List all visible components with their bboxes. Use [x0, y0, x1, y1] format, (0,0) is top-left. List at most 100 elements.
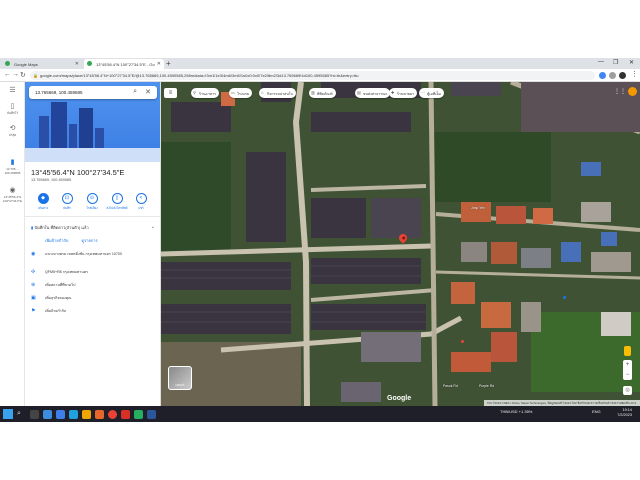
account-avatar[interactable]: [628, 87, 637, 96]
browser-tab-active[interactable]: 13°45'56.4"N 100°27'34.5"E - Go ✕: [84, 59, 164, 69]
search-icon[interactable]: ⌕: [133, 88, 137, 96]
share-icon: <: [135, 193, 147, 204]
map-menu-button[interactable]: ≡: [164, 88, 177, 98]
save-icon: ⊡: [61, 193, 73, 204]
tray-widget[interactable]: THB/USD +1.35%: [500, 409, 532, 414]
my-location-icon[interactable]: ◎: [623, 386, 632, 395]
action-label: ใกล้เคียง: [86, 206, 98, 210]
word-app-icon[interactable]: [56, 410, 65, 419]
directions-button[interactable]: ◆ เส้นทาง: [31, 193, 55, 211]
chip-hotels[interactable]: ▭ โรงแรม: [229, 88, 253, 98]
action-label: บันทึก: [63, 206, 71, 210]
forward-icon[interactable]: →: [12, 71, 19, 78]
minimize-button[interactable]: —: [598, 59, 604, 65]
nearby-button[interactable]: ⊙ ใกล้เคียง: [80, 193, 104, 211]
rail-label: 13.765..., 100.459585: [4, 167, 21, 175]
zoom-out-icon[interactable]: −: [623, 370, 632, 380]
saved-list-row[interactable]: ▮ บันทึกใน ที่ติดดาว(ส่วนตัว) แล้ว ⌄: [31, 224, 155, 231]
app-icon[interactable]: [147, 410, 156, 419]
taskbar-search-icon[interactable]: ⌕: [17, 410, 21, 418]
chip-atm[interactable]: ⋯ ตู้เอทีเอ็ม: [419, 88, 444, 98]
label-icon: ⚑: [31, 308, 36, 314]
pegman-icon[interactable]: [624, 346, 631, 356]
app-icon[interactable]: [121, 410, 130, 419]
tab-label: Google Maps: [14, 62, 38, 67]
add-label-row[interactable]: ⚑ เพิ่มป้ายกำกับ: [31, 309, 155, 314]
info-text: แขวงบางพรม เขตตลิ่งชัน กรุงเทพมหานคร 107…: [45, 252, 122, 256]
clock-date: 7/2/2023: [617, 413, 632, 417]
zoom-control[interactable]: + −: [623, 360, 632, 380]
chip-pharmacies[interactable]: ✚ ร้านขายยา: [389, 88, 418, 98]
reload-icon[interactable]: ↻: [20, 71, 26, 79]
extensions-puzzle-icon[interactable]: [609, 72, 616, 79]
chip-label: ขนส่งสาธารณะ: [363, 92, 388, 96]
rail-menu[interactable]: ☰: [0, 86, 25, 95]
satellite-map[interactable]: ≡ ⚲ ร้านอาหาร ▭ โรงแรม ⌂ กิจกรรมน่าสนใจ ▥ พิ…: [161, 82, 640, 406]
restaurant-icon: ⚲: [193, 90, 196, 95]
chip-museums[interactable]: ▥ พิพิธภัณฑ์: [309, 88, 336, 98]
tab-label: 13°45'56.4"N 100°27'34.5"E - Go: [96, 62, 155, 67]
chevron-down-icon[interactable]: ⌄: [151, 224, 155, 230]
mail-app-icon[interactable]: [43, 410, 52, 419]
chrome-browser-icon[interactable]: [108, 410, 117, 419]
address-bar[interactable]: 🔒 google.com/maps/place/13°45'56.4"N+100…: [30, 71, 595, 80]
rail-label: ล่าสุด: [8, 133, 17, 137]
rail-recent-place[interactable]: ▮ 13.765..., 100.459585: [0, 158, 25, 175]
saved-links: เพิ่มป้ายกำกับ ดูรายการ: [45, 237, 110, 244]
google-logo: Google: [387, 395, 412, 402]
rail-saved[interactable]: ▯ บันทึกไว้: [0, 102, 25, 116]
satellite-imagery: [161, 82, 640, 406]
rail-label: 13°45'56.4"N 100°27'34.5"E: [2, 195, 23, 203]
system-clock[interactable]: 19:14 7/2/2023: [617, 408, 632, 418]
maximize-button[interactable]: ❐: [613, 59, 618, 66]
chip-things-to-do[interactable]: ⌂ กิจกรรมน่าสนใจ: [259, 88, 296, 98]
close-window-button[interactable]: ✕: [629, 59, 634, 66]
new-tab-button[interactable]: +: [166, 59, 171, 68]
address-row[interactable]: ◉ แขวงบางพรม เขตตลิ่งชัน กรุงเทพมหานคร 1…: [31, 252, 155, 257]
rail-recent[interactable]: ⟲ ล่าสุด: [0, 124, 25, 138]
museum-icon: ▥: [311, 90, 315, 95]
firefox-icon[interactable]: [95, 410, 104, 419]
app-icon[interactable]: [134, 410, 143, 419]
extension-icon[interactable]: [599, 72, 606, 79]
file-explorer-icon[interactable]: [82, 410, 91, 419]
add-missing-place-row[interactable]: ⊕ เพิ่มสถานที่ที่ขาดไป: [31, 283, 155, 288]
chip-label: ร้านขายยา: [397, 92, 415, 96]
rail-recent-place[interactable]: ◉ 13°45'56.4"N 100°27'34.5"E: [0, 186, 25, 203]
zoom-in-icon[interactable]: +: [623, 360, 632, 370]
send-to-phone-button[interactable]: ▯ ส่งไปยังโทรศัพท์: [105, 193, 129, 211]
close-tab-icon[interactable]: ✕: [157, 61, 161, 67]
share-button[interactable]: < แชร์: [129, 193, 153, 211]
view-list-link[interactable]: ดูรายการ: [82, 238, 98, 243]
screen: Google Maps ✕ 13°45'56.4"N 100°27'34.5"E…: [0, 58, 640, 422]
plus-code-icon: ✣: [31, 269, 36, 275]
windows-start-icon[interactable]: [3, 409, 13, 419]
plus-code-row[interactable]: ✣ QFM5+R8 กรุงเทพมหานคร: [31, 270, 155, 275]
close-icon[interactable]: ✕: [145, 88, 151, 96]
layers-button[interactable]: เลเยอร์: [168, 366, 192, 390]
action-label: แชร์: [138, 206, 144, 210]
language-indicator[interactable]: ENG: [592, 409, 601, 414]
close-tab-icon[interactable]: ✕: [75, 61, 79, 67]
back-icon[interactable]: ←: [4, 71, 11, 78]
task-view-icon[interactable]: [30, 410, 39, 419]
save-button[interactable]: ⊡ บันทึก: [55, 193, 79, 211]
layers-label: เลเยอร์: [175, 383, 185, 387]
edge-browser-icon[interactable]: [69, 410, 78, 419]
chip-transit[interactable]: ▤ ขนส่งสาธารณะ: [355, 88, 391, 98]
add-label-link[interactable]: เพิ่มป้ายกำกับ: [45, 238, 68, 243]
profile-avatar-icon[interactable]: [619, 72, 626, 79]
street-label: Purple Rd: [479, 384, 495, 388]
transit-icon: ▤: [357, 90, 361, 95]
pharmacy-icon: ✚: [391, 90, 395, 95]
browser-tab[interactable]: Google Maps ✕: [2, 59, 82, 69]
place-marker-icon[interactable]: [563, 296, 566, 299]
browser-menu-icon[interactable]: ⋮: [631, 70, 638, 78]
search-input[interactable]: 13.765669, 100.459585 ⌕ ✕: [29, 86, 157, 99]
add-business-row[interactable]: ▣ เพิ่มธุรกิจของคุณ: [31, 296, 155, 301]
more-icon: ⋯: [421, 90, 425, 95]
pin-icon: ▮: [10, 159, 15, 166]
chip-restaurants[interactable]: ⚲ ร้านอาหาร: [191, 88, 219, 98]
place-marker-icon[interactable]: [461, 340, 464, 343]
apps-grid-icon[interactable]: ⋮⋮: [614, 88, 626, 95]
